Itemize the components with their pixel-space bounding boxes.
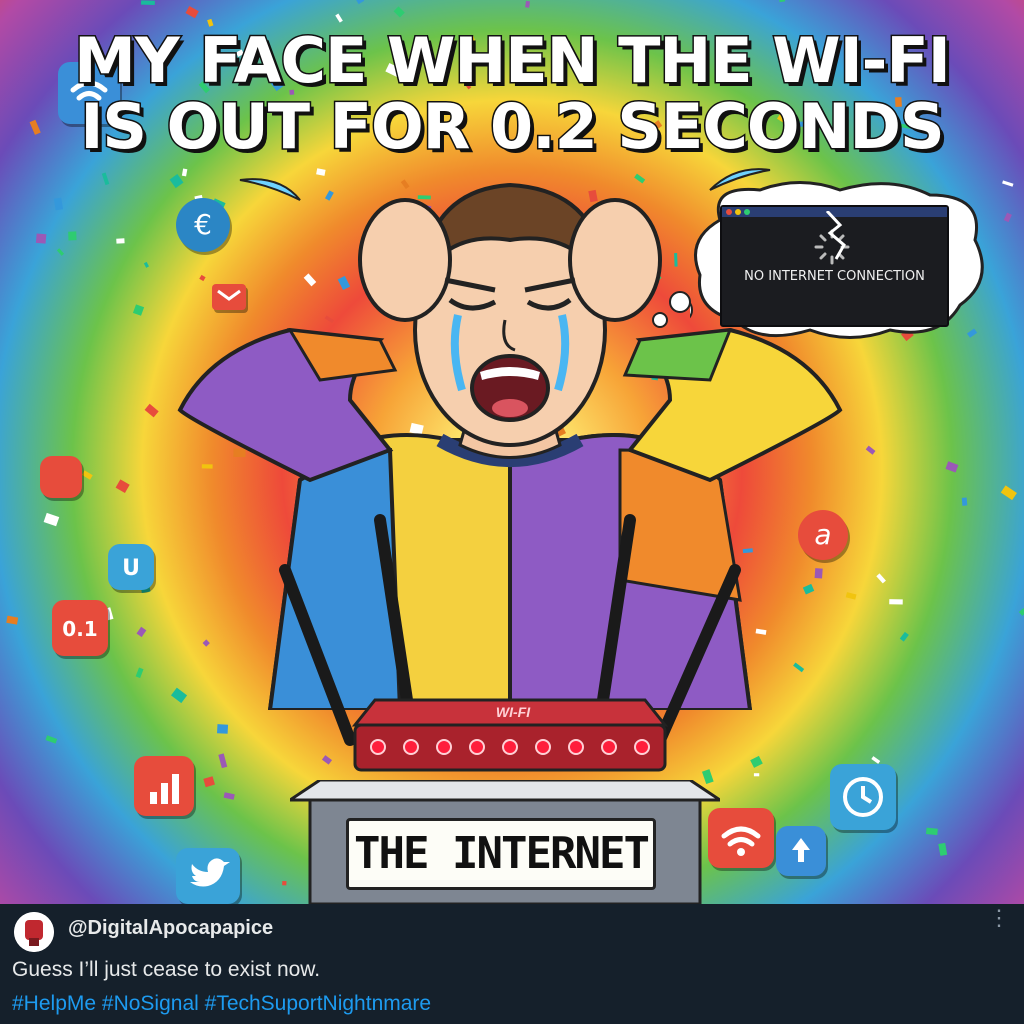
confetti-piece — [335, 13, 343, 23]
sign-label: THE INTERNET — [354, 828, 650, 879]
confetti-piece — [938, 842, 948, 856]
mail-icon — [212, 284, 246, 310]
router-led — [370, 739, 386, 755]
confetti-piece — [871, 756, 881, 764]
svg-text:€: € — [194, 208, 212, 241]
hashtag-nosignal[interactable]: #NoSignal — [102, 992, 199, 1015]
confetti-piece — [393, 6, 405, 18]
hashtag-helpme[interactable]: #HelpMe — [12, 992, 96, 1015]
euro-icon: € — [176, 198, 230, 252]
confetti-piece — [899, 631, 909, 642]
wifi-router — [279, 514, 741, 772]
svg-text:U: U — [122, 556, 140, 581]
svg-text:a: a — [814, 518, 831, 551]
router-led — [601, 739, 617, 755]
meme-image: WI-FI THE INTERNET NO INTERNET CONNECTIO… — [0, 0, 1024, 904]
router-led — [502, 739, 518, 755]
confetti-piece — [141, 0, 155, 6]
confetti-piece — [925, 827, 938, 836]
more-options-icon[interactable]: ⋮ — [988, 907, 1010, 938]
router-led — [634, 739, 650, 755]
confetti-piece — [217, 724, 229, 734]
screen-crack-icon — [825, 211, 846, 260]
confetti-piece — [945, 461, 959, 473]
confetti-piece — [778, 0, 786, 3]
confetti-piece — [35, 233, 47, 244]
confetti-piece — [876, 573, 886, 584]
confetti-piece — [203, 776, 215, 788]
chat-icon: U — [108, 544, 154, 590]
twitter-bird-icon — [176, 848, 240, 904]
hashtag-techsupportnightmare[interactable]: #TechSuportNightnmare — [205, 992, 431, 1015]
confetti-piece — [351, 0, 365, 5]
thought-bubble-tail — [652, 291, 691, 328]
confetti-piece — [1003, 212, 1012, 223]
confetti-piece — [116, 238, 125, 244]
window-close-dot — [726, 209, 732, 215]
confetti-piece — [282, 880, 287, 886]
window-maximize-dot — [744, 209, 750, 215]
meme-title-line1: MY FACE WHEN THE WI-FI — [73, 24, 953, 97]
image-icon — [40, 456, 82, 498]
meme-title-line2: IS OUT FOR 0.2 SECONDS — [79, 90, 946, 163]
confetti-piece — [56, 248, 65, 256]
confetti-piece — [223, 792, 235, 800]
svg-text:0.1: 0.1 — [62, 617, 97, 641]
confetti-piece — [81, 470, 93, 480]
upload-icon — [776, 826, 826, 876]
router-led — [469, 739, 485, 755]
confetti-piece — [101, 172, 110, 186]
confetti-piece — [1018, 607, 1024, 616]
router-label: WI-FI — [495, 704, 531, 720]
confetti-piece — [132, 304, 145, 316]
confetti-piece — [143, 261, 149, 268]
the-internet-sign: THE INTERNET — [346, 818, 656, 890]
confetti-piece — [43, 512, 60, 527]
confetti-piece — [1000, 485, 1017, 501]
confetti-piece — [218, 753, 228, 769]
clock-icon — [830, 764, 896, 830]
router-led — [535, 739, 551, 755]
post-author-handle[interactable]: @DigitalApocapapice — [68, 917, 273, 940]
confetti-piece — [961, 497, 968, 506]
confetti-piece — [1002, 180, 1014, 187]
post-text: Guess I’ll just cease to exist now. — [12, 958, 321, 981]
confetti-piece — [185, 6, 199, 19]
confetti-piece — [889, 599, 903, 605]
confetti-piece — [45, 735, 58, 744]
signal-bars-icon — [134, 756, 194, 816]
router-led — [436, 739, 452, 755]
confetti-piece — [115, 479, 130, 493]
confetti-piece — [136, 626, 147, 638]
avatar[interactable] — [14, 912, 54, 952]
router-led — [568, 739, 584, 755]
hashtag-list: #HelpMe #NoSignal #TechSuportNightnmare — [12, 992, 431, 1016]
no-internet-screen: NO INTERNET CONNECTION — [720, 205, 949, 327]
confetti-piece — [525, 0, 531, 8]
router-status-leds — [370, 739, 650, 755]
window-minimize-dot — [735, 209, 741, 215]
post-card: WI-FI THE INTERNET NO INTERNET CONNECTIO… — [0, 0, 1024, 1024]
at-sign-icon: a — [798, 510, 848, 560]
router-led — [403, 739, 419, 755]
confetti-piece — [53, 197, 64, 211]
data-counter-icon: 0.1 — [52, 600, 108, 656]
no-internet-message: NO INTERNET CONNECTION — [744, 269, 925, 284]
confetti-piece — [135, 667, 144, 679]
confetti-piece — [6, 615, 19, 625]
wifi-icon-red — [708, 808, 774, 868]
confetti-piece — [68, 231, 77, 241]
